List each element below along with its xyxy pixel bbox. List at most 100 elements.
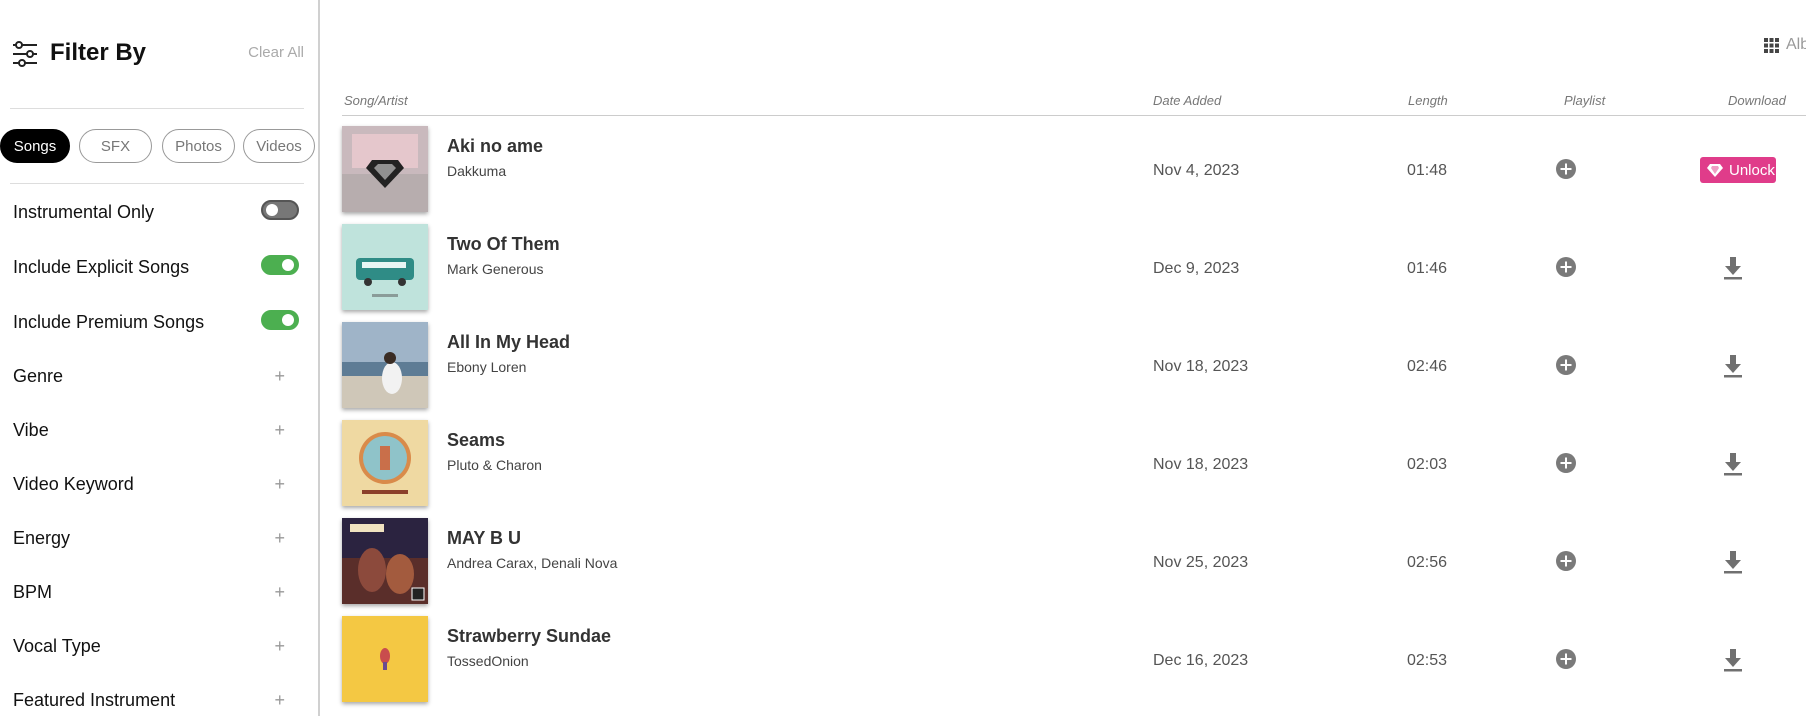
toggle-switch[interactable] [261, 310, 299, 330]
unlock-button[interactable]: Unlock [1700, 157, 1776, 183]
facet-label: Video Keyword [13, 474, 134, 494]
tab-label: Songs [13, 137, 57, 155]
album-cover[interactable] [342, 322, 428, 408]
tab-songs[interactable]: Songs [0, 129, 70, 163]
song-list-area: Alb Song/Artist Date Added Length Playli… [322, 0, 1806, 716]
date-added: Nov 25, 2023 [1153, 554, 1249, 571]
download-button[interactable] [1722, 451, 1744, 477]
add-to-playlist-button[interactable] [1555, 354, 1577, 376]
song-title[interactable]: Seams [447, 430, 505, 451]
facet-label: Genre [13, 366, 64, 386]
artist-name[interactable]: Andrea Carax, Denali Nova [447, 555, 617, 571]
artist-name[interactable]: Ebony Loren [447, 359, 526, 375]
expand-plus-icon: + [274, 636, 285, 656]
download-button[interactable] [1722, 255, 1744, 281]
table-row: MAY B U Andrea Carax, Denali Nova Nov 25, … [342, 518, 1806, 616]
download-icon [1724, 551, 1742, 574]
download-icon [1724, 649, 1742, 672]
facet-vibe[interactable]: Vibe + [13, 418, 299, 442]
plus-circle-icon [1556, 257, 1576, 277]
download-button[interactable] [1722, 353, 1744, 379]
date-added: Dec 9, 2023 [1153, 260, 1240, 277]
artist-name[interactable]: Mark Generous [447, 261, 543, 277]
song-title[interactable]: MAY B U [447, 528, 521, 549]
song-title[interactable]: Aki no ame [447, 136, 543, 157]
song-title[interactable]: Two Of Them [447, 234, 560, 255]
download-icon [1724, 453, 1742, 476]
tab-videos[interactable]: Videos [243, 129, 315, 163]
add-to-playlist-button[interactable] [1555, 256, 1577, 278]
column-header-song[interactable]: Song/Artist [344, 93, 408, 108]
table-row: Aki no ame Dakkuma Nov 4, 2023 01:48 Unlock [342, 126, 1806, 224]
artist-name[interactable]: TossedOnion [447, 653, 529, 669]
add-to-playlist-button[interactable] [1555, 452, 1577, 474]
toggle-row: Instrumental Only [13, 200, 299, 224]
column-header-date[interactable]: Date Added [1153, 93, 1221, 108]
facet-label: Featured Instrument [13, 690, 176, 710]
date-added: Nov 18, 2023 [1153, 456, 1249, 473]
facet-video-keyword[interactable]: Video Keyword + [13, 472, 299, 496]
toggle-switch[interactable] [261, 200, 299, 220]
unlock-label: Unlock [1729, 161, 1775, 179]
song-length: 02:56 [1407, 554, 1448, 571]
toggle-row: Include Premium Songs [13, 310, 299, 334]
filter-title: Filter By [50, 39, 147, 66]
diamond-icon [1707, 164, 1723, 177]
song-length: 02:53 [1407, 652, 1448, 669]
facet-genre[interactable]: Genre + [13, 364, 299, 388]
add-to-playlist-button[interactable] [1555, 158, 1577, 180]
facet-featured-instrument[interactable]: Featured Instrument + [13, 688, 299, 712]
download-button[interactable] [1722, 549, 1744, 575]
facet-label: BPM [13, 582, 53, 602]
tab-label: SFX [100, 137, 131, 155]
column-header-length[interactable]: Length [1408, 93, 1448, 108]
facet-label: Vocal Type [13, 636, 101, 656]
date-added: Nov 4, 2023 [1153, 162, 1240, 179]
artist-name[interactable]: Dakkuma [447, 163, 506, 179]
expand-plus-icon: + [274, 366, 285, 386]
filter-header: Filter By Clear All [12, 36, 304, 72]
download-button[interactable] [1722, 647, 1744, 673]
toggle-label: Include Explicit Songs [13, 257, 190, 277]
add-to-playlist-button[interactable] [1555, 648, 1577, 670]
album-cover[interactable] [342, 126, 428, 212]
expand-plus-icon: + [274, 420, 285, 440]
divider [10, 108, 304, 109]
add-to-playlist-button[interactable] [1555, 550, 1577, 572]
album-cover[interactable] [342, 616, 428, 702]
sliders-icon [13, 41, 37, 67]
toggle-row: Include Explicit Songs [13, 255, 299, 279]
expand-plus-icon: + [274, 582, 285, 602]
download-icon [1724, 355, 1742, 378]
song-title[interactable]: All In My Head [447, 332, 570, 353]
album-cover[interactable] [342, 224, 428, 310]
album-cover[interactable] [342, 420, 428, 506]
header-divider [342, 115, 1806, 116]
artist-name[interactable]: Pluto & Charon [447, 457, 542, 473]
tab-sfx[interactable]: SFX [79, 129, 152, 163]
tab-label: Photos [175, 137, 222, 155]
song-length: 02:46 [1407, 358, 1448, 375]
filter-sidebar: Filter By Clear All Songs SFX Photos Vid… [0, 0, 320, 716]
toggle-knob [266, 204, 278, 216]
song-length: 01:46 [1407, 260, 1448, 277]
plus-circle-icon [1556, 355, 1576, 375]
date-added: Dec 16, 2023 [1153, 652, 1249, 669]
column-header-download: Download [1728, 93, 1786, 108]
toggle-switch[interactable] [261, 255, 299, 275]
facet-energy[interactable]: Energy + [13, 526, 299, 550]
view-label: Alb [1786, 36, 1806, 53]
tab-photos[interactable]: Photos [162, 129, 235, 163]
song-length: 02:03 [1407, 456, 1448, 473]
table-row: Strawberry Sundae TossedOnion Dec 16, 2023… [342, 616, 1806, 714]
toggle-label: Include Premium Songs [13, 312, 205, 332]
clear-all-button[interactable]: Clear All [248, 44, 304, 61]
plus-circle-icon [1556, 453, 1576, 473]
facet-label: Energy [13, 528, 71, 548]
album-cover[interactable] [342, 518, 428, 604]
expand-plus-icon: + [274, 528, 285, 548]
facet-vocal-type[interactable]: Vocal Type + [13, 634, 299, 658]
facet-bpm[interactable]: BPM + [13, 580, 299, 604]
song-title[interactable]: Strawberry Sundae [447, 626, 611, 647]
plus-circle-icon [1556, 159, 1576, 179]
